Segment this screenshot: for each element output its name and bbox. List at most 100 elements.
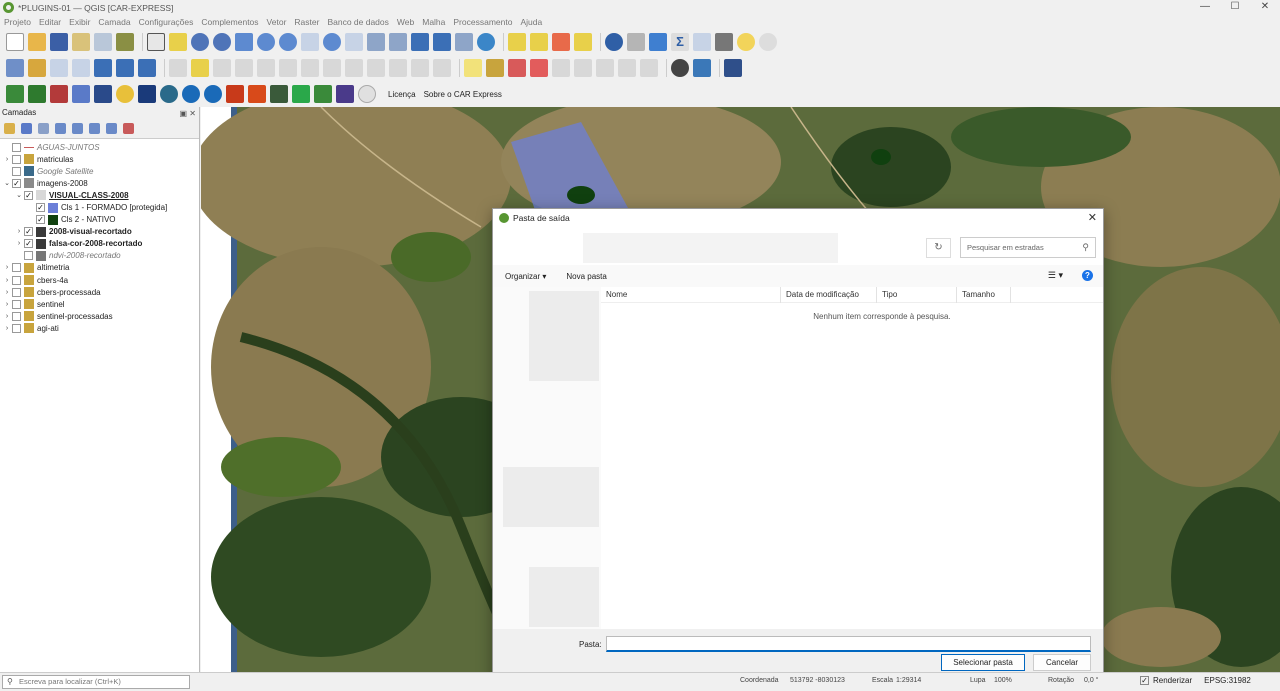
expand-arrow-icon[interactable]: › xyxy=(2,156,12,163)
zoom-value[interactable]: 100% xyxy=(994,677,1012,684)
expand-arrow-icon[interactable]: ⌄ xyxy=(14,191,24,199)
expand-arrow-icon[interactable]: › xyxy=(14,240,24,247)
layer-row[interactable]: › cbers-4a xyxy=(0,274,199,286)
layer-row[interactable]: › sentinel xyxy=(0,298,199,310)
save-edits-icon[interactable] xyxy=(213,59,231,77)
car-plugin-14-icon[interactable] xyxy=(292,85,310,103)
statistics-sigma-icon[interactable]: Σ xyxy=(671,33,689,51)
dialog-close-button[interactable]: ✕ xyxy=(1088,211,1097,224)
label-style-icon[interactable] xyxy=(486,59,504,77)
zoom-in-icon[interactable] xyxy=(191,33,209,51)
add-raster-icon[interactable] xyxy=(116,59,134,77)
car-plugin-15-icon[interactable] xyxy=(314,85,332,103)
zoom-full-icon[interactable] xyxy=(235,33,253,51)
crs-button[interactable]: EPSG:31982 xyxy=(1204,676,1251,685)
minimize-button[interactable]: — xyxy=(1190,0,1220,15)
diagram-icon[interactable] xyxy=(508,59,526,77)
open-table-icon[interactable] xyxy=(693,33,711,51)
car-plugin-4-icon[interactable] xyxy=(72,85,90,103)
view-options-button[interactable]: ☰ ▾ xyxy=(1048,270,1063,281)
show-bookmarks-icon[interactable] xyxy=(433,33,451,51)
expand-arrow-icon[interactable]: › xyxy=(2,313,12,320)
layer-row[interactable]: › agi-ati xyxy=(0,322,199,334)
layer-row[interactable]: ndvi-2008-recortado xyxy=(0,250,199,262)
new-project-icon[interactable] xyxy=(6,33,24,51)
menu-complementos[interactable]: Complementos xyxy=(201,17,258,27)
identify-icon[interactable] xyxy=(605,33,623,51)
toggle-editing-icon[interactable] xyxy=(191,59,209,77)
layer-visibility-checkbox[interactable] xyxy=(12,323,21,333)
menu-vetor[interactable]: Vetor xyxy=(267,17,287,27)
render-checkbox[interactable]: ✓ xyxy=(1140,676,1149,685)
address-bar[interactable] xyxy=(583,233,838,263)
file-list[interactable]: Nome Data de modificação Tipo Tamanho Ne… xyxy=(601,286,1103,629)
select-folder-button[interactable]: Selecionar pasta xyxy=(941,654,1025,671)
vertex-tool-icon[interactable] xyxy=(279,59,297,77)
column-tamanho[interactable]: Tamanho xyxy=(957,286,1011,303)
add-feature-icon[interactable] xyxy=(257,59,275,77)
expand-arrow-icon[interactable]: › xyxy=(2,325,12,332)
zoom-selection-icon[interactable] xyxy=(257,33,275,51)
modify-attributes-icon[interactable] xyxy=(301,59,319,77)
redo-icon[interactable] xyxy=(433,59,451,77)
open-layer-styling-icon[interactable] xyxy=(4,123,15,134)
layer-row[interactable]: › matriculas xyxy=(0,153,199,165)
expand-arrow-icon[interactable]: › xyxy=(2,289,12,296)
menu-processamento[interactable]: Processamento xyxy=(453,17,512,27)
menu-ajuda[interactable]: Ajuda xyxy=(520,17,542,27)
layer-visibility-checkbox[interactable] xyxy=(12,275,21,285)
rotate-label-icon[interactable] xyxy=(596,59,614,77)
select-location-icon[interactable] xyxy=(574,33,592,51)
layer-row[interactable]: › ✓ falsa-cor-2008-recortado xyxy=(0,238,199,250)
car-plugin-5-icon[interactable] xyxy=(94,85,112,103)
new-spatialite-icon[interactable] xyxy=(72,59,90,77)
print-layout-icon[interactable] xyxy=(94,33,112,51)
column-data-modificacao[interactable]: Data de modificação xyxy=(781,286,877,303)
data-source-manager-icon[interactable] xyxy=(6,59,24,77)
pan-to-selection-icon[interactable] xyxy=(169,33,187,51)
expand-arrow-icon[interactable]: › xyxy=(14,228,24,235)
layer-row[interactable]: ✓ Cls 2 - NATIVO xyxy=(0,214,199,226)
menu-exibir[interactable]: Exibir xyxy=(69,17,90,27)
organize-button[interactable]: Organizar ▾ xyxy=(505,272,546,281)
new-folder-button[interactable]: Nova pasta xyxy=(566,272,606,281)
zoom-last-icon[interactable] xyxy=(323,33,341,51)
edit-pencil-icon[interactable] xyxy=(169,59,187,77)
rotation-value[interactable]: 0,0 ° xyxy=(1084,677,1098,684)
layer-visibility-checkbox[interactable] xyxy=(12,263,21,273)
coordinate-value[interactable]: 513792 -8030123 xyxy=(790,677,845,684)
show-hide-labels-icon[interactable] xyxy=(552,59,570,77)
layer-visibility-checkbox[interactable]: ✓ xyxy=(24,227,33,237)
layer-visibility-checkbox[interactable] xyxy=(12,142,21,152)
pin-labels-icon[interactable] xyxy=(530,59,548,77)
car-plugin-16-icon[interactable] xyxy=(336,85,354,103)
filter-legend-icon[interactable] xyxy=(55,123,66,134)
expand-arrow-icon[interactable]: › xyxy=(2,277,12,284)
settings-gear-icon[interactable] xyxy=(759,33,777,51)
new-geopackage-icon[interactable] xyxy=(28,59,46,77)
layer-row[interactable]: Google Satellite xyxy=(0,165,199,177)
menu-camada[interactable]: Camada xyxy=(98,17,130,27)
layer-visibility-checkbox[interactable]: ✓ xyxy=(24,239,33,249)
car-plugin-1-icon[interactable] xyxy=(6,85,24,103)
layer-visibility-checkbox[interactable] xyxy=(12,154,21,164)
layer-visibility-checkbox[interactable]: ✓ xyxy=(12,178,21,188)
copy-icon[interactable] xyxy=(367,59,385,77)
layer-row[interactable]: ⌄ ✓ VISUAL-CLASS-2008 xyxy=(0,189,199,201)
new-temp-layer-icon[interactable] xyxy=(94,59,112,77)
plugin-globe-icon[interactable] xyxy=(671,59,689,77)
car-plugin-8-icon[interactable] xyxy=(160,85,178,103)
menu-projeto[interactable]: Projeto xyxy=(4,17,31,27)
collapse-all-icon[interactable] xyxy=(106,123,117,134)
scale-value[interactable]: 1:29314 xyxy=(896,677,921,684)
layer-visibility-checkbox[interactable] xyxy=(12,311,21,321)
menu-configuracoes[interactable]: Configurações xyxy=(139,17,194,27)
navigation-pane[interactable] xyxy=(493,287,601,639)
car-plugin-11-icon[interactable] xyxy=(226,85,244,103)
search-input[interactable]: Pesquisar em estradas ⚲ xyxy=(960,237,1096,258)
style-manager-icon[interactable] xyxy=(116,33,134,51)
change-label-icon[interactable] xyxy=(618,59,636,77)
attribute-table-icon[interactable] xyxy=(627,33,645,51)
layer-row[interactable]: ✓ Cls 1 - FORMADO [protegida] xyxy=(0,201,199,213)
layer-visibility-checkbox[interactable] xyxy=(12,299,21,309)
